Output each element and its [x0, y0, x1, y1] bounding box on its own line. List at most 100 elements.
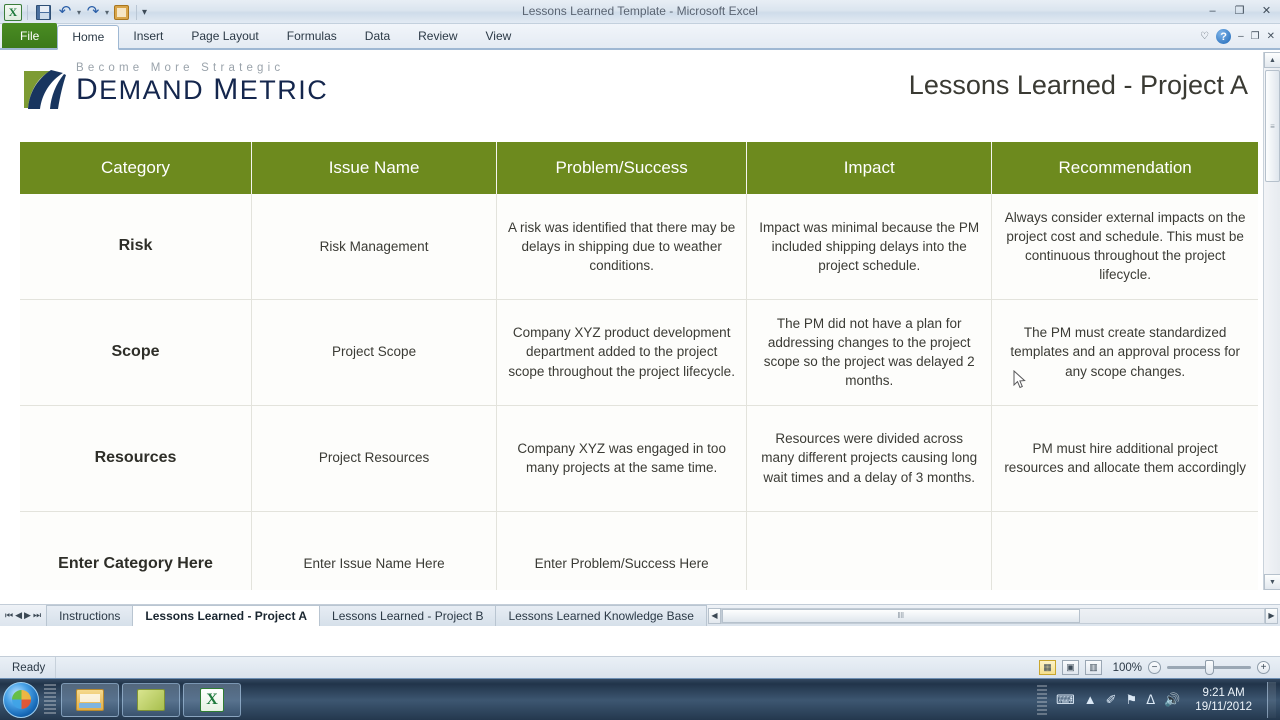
- pin-icon[interactable]: ✐: [1106, 693, 1117, 706]
- cell-problem-success[interactable]: Enter Problem/Success Here: [496, 511, 748, 590]
- cell-problem-success[interactable]: Company XYZ was engaged in too many proj…: [496, 405, 748, 512]
- cell-recommendation[interactable]: [991, 511, 1258, 590]
- tray-grip: [1037, 684, 1047, 715]
- zoom-level: 100%: [1112, 661, 1142, 674]
- horizontal-scroll-thumb[interactable]: ‖‖: [721, 608, 1080, 623]
- taskbar-item-microsoft-excel[interactable]: X: [183, 682, 241, 717]
- tab-file[interactable]: File: [2, 23, 58, 48]
- window-title: Lessons Learned Template - Microsoft Exc…: [522, 4, 758, 18]
- taskbar-item-windows-explorer[interactable]: [61, 682, 119, 717]
- cell-problem-success[interactable]: A risk was identified that there may be …: [496, 194, 748, 300]
- cell-impact[interactable]: [746, 511, 993, 590]
- cell-problem-success[interactable]: Company XYZ product development departme…: [496, 299, 748, 406]
- windows-logo-icon: [11, 690, 31, 709]
- vertical-scroll-thumb[interactable]: ≡: [1265, 70, 1280, 182]
- horizontal-scrollbar[interactable]: ◀ ‖‖ ▶: [706, 605, 1280, 626]
- cell-recommendation[interactable]: The PM must create standardized template…: [991, 299, 1258, 406]
- tab-insert[interactable]: Insert: [119, 23, 177, 48]
- clock-date: 19/11/2012: [1195, 700, 1252, 713]
- cell-category[interactable]: Risk: [20, 194, 252, 300]
- scroll-left-icon[interactable]: ◀: [707, 607, 721, 624]
- heart-icon[interactable]: ♡: [1200, 31, 1209, 42]
- document-header: Become More Strategic DEMAND METRIC Less…: [0, 52, 1280, 132]
- windows-taskbar: X ⌨ ▲ ✐ ⚑ ᐃ 🔊 9:21 AM 19/11/2012: [0, 678, 1280, 720]
- table-row: Resources Project Resources Company XYZ …: [20, 405, 1258, 512]
- clock-time: 9:21 AM: [1202, 686, 1245, 699]
- cell-issue-name[interactable]: Project Scope: [251, 299, 498, 406]
- table-row: Scope Project Scope Company XYZ product …: [20, 299, 1258, 406]
- scroll-up-icon[interactable]: ▲: [1264, 52, 1280, 68]
- clock[interactable]: 9:21 AM 19/11/2012: [1189, 686, 1258, 714]
- zoom-out-button[interactable]: −: [1148, 661, 1161, 674]
- vertical-scrollbar[interactable]: ▲ ≡ ▼: [1263, 52, 1280, 590]
- column-header-problem-success[interactable]: Problem/Success: [496, 142, 748, 194]
- tab-page-layout[interactable]: Page Layout: [177, 23, 272, 48]
- column-header-recommendation[interactable]: Recommendation: [991, 142, 1258, 194]
- cell-issue-name[interactable]: Enter Issue Name Here: [251, 511, 498, 590]
- network-icon[interactable]: ᐃ: [1146, 693, 1155, 706]
- logo-tagline: Become More Strategic: [76, 62, 285, 74]
- zoom-slider[interactable]: [1167, 660, 1251, 675]
- show-hidden-icons-icon[interactable]: ▲: [1084, 693, 1097, 706]
- horizontal-scroll-track[interactable]: ‖‖: [720, 607, 1265, 624]
- worksheet-area[interactable]: Become More Strategic DEMAND METRIC Less…: [0, 52, 1280, 590]
- scroll-down-icon[interactable]: ▼: [1264, 574, 1280, 590]
- brand-d: D: [76, 73, 100, 106]
- taskbar-item-notes-app[interactable]: [122, 682, 180, 717]
- sheet-tab-lessons-learned-project-a[interactable]: Lessons Learned - Project A: [132, 605, 321, 626]
- lessons-learned-table-wrapper: Category Issue Name Problem/Success Impa…: [20, 142, 1258, 590]
- ribbon-tab-strip: File Home Insert Page Layout Formulas Da…: [0, 23, 1280, 50]
- window-controls: – ❐ ✕: [1203, 2, 1276, 19]
- zoom-in-button[interactable]: +: [1257, 661, 1270, 674]
- tab-data[interactable]: Data: [351, 23, 404, 48]
- cell-impact[interactable]: The PM did not have a plan for addressin…: [746, 299, 993, 406]
- close-workbook-icon[interactable]: ✕: [1267, 31, 1275, 42]
- keyboard-icon[interactable]: ⌨: [1056, 693, 1075, 706]
- column-header-impact[interactable]: Impact: [746, 142, 993, 194]
- restore-window-icon[interactable]: ❐: [1251, 31, 1260, 42]
- table-row: Enter Category Here Enter Issue Name Her…: [20, 511, 1258, 590]
- restore-button[interactable]: ❐: [1230, 2, 1249, 19]
- tab-home[interactable]: Home: [57, 25, 120, 50]
- zoom-slider-knob[interactable]: [1205, 660, 1214, 675]
- next-sheet-icon[interactable]: ▶: [24, 610, 31, 621]
- cell-category[interactable]: Scope: [20, 299, 252, 406]
- taskbar-grip: [44, 683, 56, 716]
- sheet-tab-instructions[interactable]: Instructions: [46, 605, 134, 626]
- folder-icon: [76, 688, 104, 711]
- volume-icon[interactable]: 🔊: [1164, 693, 1180, 706]
- page-layout-view-icon[interactable]: ▣: [1062, 660, 1079, 675]
- minimize-button[interactable]: –: [1203, 2, 1222, 19]
- sheet-tab-lessons-learned-knowledge-base[interactable]: Lessons Learned Knowledge Base: [495, 605, 707, 626]
- start-button[interactable]: [3, 681, 39, 718]
- first-sheet-icon[interactable]: ⏮: [5, 610, 13, 621]
- sheet-tab-lessons-learned-project-b[interactable]: Lessons Learned - Project B: [319, 605, 497, 626]
- tab-view[interactable]: View: [472, 23, 526, 48]
- cell-issue-name[interactable]: Risk Management: [251, 194, 498, 300]
- cell-category[interactable]: Resources: [20, 405, 252, 512]
- prev-sheet-icon[interactable]: ◀: [15, 610, 22, 621]
- column-header-issue-name[interactable]: Issue Name: [251, 142, 498, 194]
- cell-recommendation[interactable]: Always consider external impacts on the …: [991, 194, 1258, 300]
- page-break-view-icon[interactable]: ▥: [1085, 660, 1102, 675]
- normal-view-icon[interactable]: ▦: [1039, 660, 1056, 675]
- minimize-ribbon-icon[interactable]: –: [1238, 31, 1244, 42]
- show-desktop-button[interactable]: [1267, 681, 1276, 718]
- help-icon[interactable]: ?: [1216, 29, 1232, 44]
- cell-impact[interactable]: Resources were divided across many diffe…: [746, 405, 993, 512]
- cell-category[interactable]: Enter Category Here: [20, 511, 252, 590]
- action-center-icon[interactable]: ⚑: [1126, 693, 1138, 706]
- column-header-category[interactable]: Category: [20, 142, 252, 194]
- cell-impact[interactable]: Impact was minimal because the PM includ…: [746, 194, 993, 300]
- scroll-right-icon[interactable]: ▶: [1265, 607, 1278, 624]
- cell-issue-name[interactable]: Project Resources: [251, 405, 498, 512]
- stack-icon: [137, 688, 165, 711]
- table-header-row: Category Issue Name Problem/Success Impa…: [20, 142, 1258, 194]
- system-tray: ⌨ ▲ ✐ ⚑ ᐃ 🔊 9:21 AM 19/11/2012: [1037, 681, 1280, 718]
- tab-review[interactable]: Review: [404, 23, 471, 48]
- close-button[interactable]: ✕: [1257, 2, 1276, 19]
- cell-recommendation[interactable]: PM must hire additional project resource…: [991, 405, 1258, 512]
- tab-formulas[interactable]: Formulas: [273, 23, 351, 48]
- brand-emand: EMAND: [99, 75, 214, 105]
- last-sheet-icon[interactable]: ⏭: [33, 610, 41, 621]
